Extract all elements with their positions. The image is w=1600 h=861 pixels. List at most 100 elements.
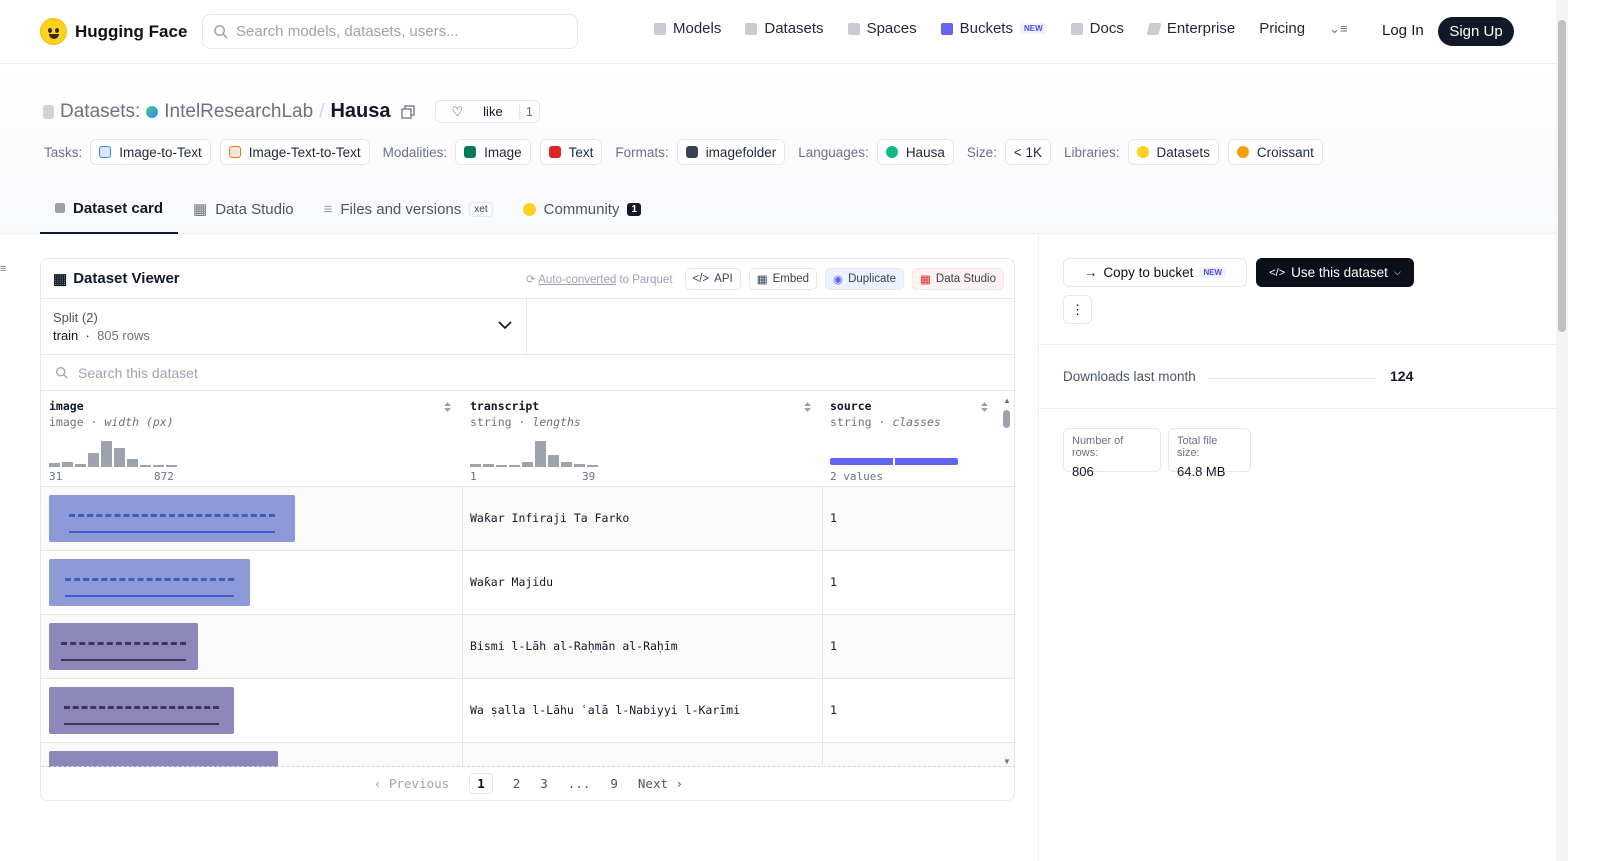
cube-icon (55, 203, 65, 213)
hugging-face-emoji-icon (40, 18, 67, 45)
xet-badge: xet (469, 201, 493, 217)
copy-icon[interactable] (400, 104, 415, 119)
sort-icon[interactable] (980, 401, 989, 413)
next-page-button[interactable]: Next › (638, 776, 683, 791)
tag-hausa[interactable]: Hausa (876, 139, 954, 165)
tab-community[interactable]: Community 1 (508, 190, 656, 234)
dataset-search-input[interactable]: Search this dataset (41, 355, 1014, 391)
tag-text[interactable]: Text (539, 139, 603, 165)
class-count: 2 values (830, 470, 883, 483)
use-this-dataset-button[interactable]: </> Use this dataset ⌵ (1256, 258, 1414, 287)
sort-icon[interactable] (443, 401, 452, 413)
more-options-button[interactable]: ⋮ (1063, 295, 1092, 324)
nav-docs[interactable]: Docs (1070, 20, 1124, 37)
copy-to-bucket-button[interactable]: → Copy to bucket NEW (1063, 258, 1247, 287)
row-image-thumbnail[interactable] (49, 495, 295, 542)
tab-files-and-versions[interactable]: ≡ Files and versions xet (309, 190, 508, 234)
column-name: source (830, 399, 872, 413)
row-image-thumbnail[interactable] (49, 559, 250, 606)
page-scrollbar[interactable] (1556, 0, 1568, 861)
owner-link[interactable]: IntelResearchLab (164, 101, 313, 123)
tag-croissant[interactable]: Croissant (1227, 139, 1323, 165)
signup-button[interactable]: Sign Up (1438, 17, 1514, 46)
table-row[interactable]: Waƙar Infiraji Ta Farko 1 (41, 487, 1014, 551)
row-image-thumbnail[interactable] (49, 687, 234, 734)
nav-models[interactable]: Models (654, 20, 721, 37)
tag-datasets-library[interactable]: Datasets (1127, 139, 1219, 165)
table-row[interactable]: Wa ṣalla l-Lāhu ʿalā l-Nabiyyi l-Karīmi … (41, 679, 1014, 743)
nav-enterprise-label: Enterprise (1166, 20, 1236, 37)
row-image-thumbnail[interactable] (49, 623, 198, 670)
axis-min: 31 (49, 470, 63, 483)
column-image[interactable]: image image · width (px) 31 872 (41, 391, 462, 487)
table-icon: ▦ (193, 201, 208, 218)
use-this-dataset-label: Use this dataset (1291, 265, 1388, 280)
sidebar-toggle-icon[interactable]: ≡ (0, 263, 6, 275)
like-button[interactable]: ♡ like 1 (434, 100, 540, 123)
api-button[interactable]: </> API (684, 268, 741, 290)
tag-size[interactable]: < 1K (1004, 139, 1052, 165)
datasets-prefix[interactable]: Datasets: (60, 101, 140, 123)
tag-image-text-to-text[interactable]: Image-Text-to-Text (219, 139, 370, 165)
transcript-cell: Wa ṣalla l-Lāhu ʿalā l-Nabiyyi l-Karīmi (470, 703, 741, 717)
copy-to-bucket-label: Copy to bucket (1103, 265, 1194, 280)
page-9-button[interactable]: 9 (610, 776, 618, 791)
chevron-down-icon: ⌵ (1393, 267, 1401, 277)
embed-icon: ▦ (756, 274, 768, 286)
page-2-button[interactable]: 2 (513, 776, 521, 791)
column-type: string (830, 415, 872, 429)
transcript-cell: Bismi l-Lāh al-Raḥmān al-Raḥīm (470, 639, 678, 653)
code-icon: </> (692, 273, 710, 285)
histogram-bar (470, 464, 481, 467)
source-cell: 1 (830, 639, 837, 653)
tab-data-studio[interactable]: ▦ Data Studio (178, 190, 309, 234)
histogram-bar (548, 455, 559, 467)
embed-button[interactable]: ▦ Embed (748, 268, 818, 290)
code-icon: </> (1269, 266, 1286, 279)
row-image-thumbnail[interactable] (49, 751, 278, 767)
nav-buckets[interactable]: Buckets NEW (940, 20, 1047, 37)
split-selector[interactable]: Split (2) train · 805 rows (41, 299, 527, 355)
nav-pricing[interactable]: Pricing (1259, 20, 1305, 37)
page-3-button[interactable]: 3 (540, 776, 548, 791)
split-row-count: 805 rows (97, 328, 150, 343)
nav-enterprise[interactable]: Enterprise (1146, 20, 1236, 37)
tag-image[interactable]: Image (455, 139, 531, 165)
tag-label: imagefolder (705, 144, 777, 160)
nav-datasets[interactable]: Datasets (745, 20, 824, 37)
tag-label: Image-to-Text (119, 144, 202, 160)
tag-label: Hausa (905, 144, 945, 160)
table-row[interactable] (41, 743, 1014, 767)
previous-page-button[interactable]: ‹ Previous (374, 776, 449, 791)
login-link[interactable]: Log In (1382, 22, 1424, 39)
sort-icon[interactable] (803, 401, 812, 413)
more-menu-button[interactable]: ⌄≡ (1329, 21, 1347, 37)
top-navbar: Hugging Face Search models, datasets, us… (0, 0, 1556, 64)
tag-label: Datasets (1156, 144, 1210, 160)
tag-imagefolder[interactable]: imagefolder (676, 139, 786, 165)
dataset-name[interactable]: Hausa (330, 100, 390, 123)
nav-spaces[interactable]: Spaces (847, 20, 917, 37)
auto-converted-link[interactable]: Auto-converted (538, 274, 616, 286)
duplicate-button[interactable]: ◉ Duplicate (825, 268, 905, 290)
heart-icon: ♡ (451, 103, 464, 119)
nav-spaces-label: Spaces (866, 20, 917, 37)
tag-image-to-text[interactable]: Image-to-Text (90, 139, 211, 165)
tab-dataset-card[interactable]: Dataset card (40, 190, 179, 234)
text-icon (548, 146, 561, 158)
brand-logo[interactable]: Hugging Face (40, 18, 187, 45)
libraries-label: Libraries: (1064, 144, 1120, 160)
column-transcript[interactable]: transcript string · lengths 1 39 (462, 391, 822, 487)
transcript-cell: Waƙar Infiraji Ta Farko (470, 511, 630, 525)
previous-label: Previous (388, 776, 450, 791)
table-row[interactable]: Waƙar Majidu 1 (41, 551, 1014, 615)
table-scrollbar[interactable]: ▲ ▼ (1001, 396, 1013, 766)
downloads-value: 124 (1390, 368, 1414, 384)
data-studio-button[interactable]: ▦ Data Studio (912, 268, 1004, 290)
histogram-bar (49, 463, 60, 467)
column-source[interactable]: source string · classes 2 values (822, 391, 999, 487)
global-search-input[interactable]: Search models, datasets, users... (202, 14, 578, 49)
rows-value: 806 (1072, 464, 1094, 479)
page-1-button[interactable]: 1 (469, 773, 493, 794)
table-row[interactable]: Bismi l-Lāh al-Raḥmān al-Raḥīm 1 (41, 615, 1014, 679)
